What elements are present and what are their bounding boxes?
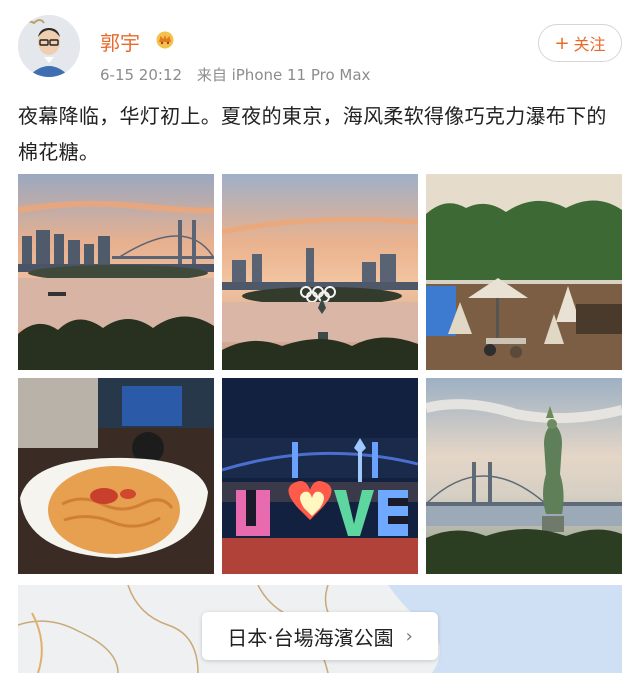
post-timestamp: 6-15 20:12 xyxy=(100,66,183,84)
location-tag[interactable]: 日本·台場海濱公園 › xyxy=(202,612,438,660)
post-source: 来自 iPhone 11 Pro Max xyxy=(196,66,371,84)
photo-sunset-bridge[interactable] xyxy=(18,174,214,370)
avatar-image xyxy=(18,15,80,77)
post-text: 夜幕降临，华灯初上。夏夜的東京，海风柔软得像巧克力瀑布下的棉花糖。 xyxy=(18,104,607,164)
follow-button[interactable]: + 关注 xyxy=(538,24,622,62)
follow-label: 关注 xyxy=(573,35,606,54)
photo-pasta[interactable] xyxy=(18,378,214,574)
chevron-right-icon: › xyxy=(405,625,413,647)
crown-badge-icon xyxy=(152,29,178,49)
photo-love-sign[interactable] xyxy=(222,378,418,574)
weibo-post: 郭宇 6-15 20:12 来自 iPhone 11 Pro Max + 关注 … xyxy=(0,0,640,673)
location-text: 日本·台場海濱公園 xyxy=(227,625,394,650)
post-meta: 6-15 20:12 来自 iPhone 11 Pro Max xyxy=(100,64,380,85)
photo-olympic-rings[interactable] xyxy=(222,174,418,370)
plus-icon: + xyxy=(554,32,570,54)
avatar[interactable] xyxy=(18,15,80,77)
photo-terrace-cafe[interactable] xyxy=(426,174,622,370)
user-name[interactable]: 郭宇 xyxy=(100,27,140,56)
photo-statue-of-liberty[interactable] xyxy=(426,378,622,574)
